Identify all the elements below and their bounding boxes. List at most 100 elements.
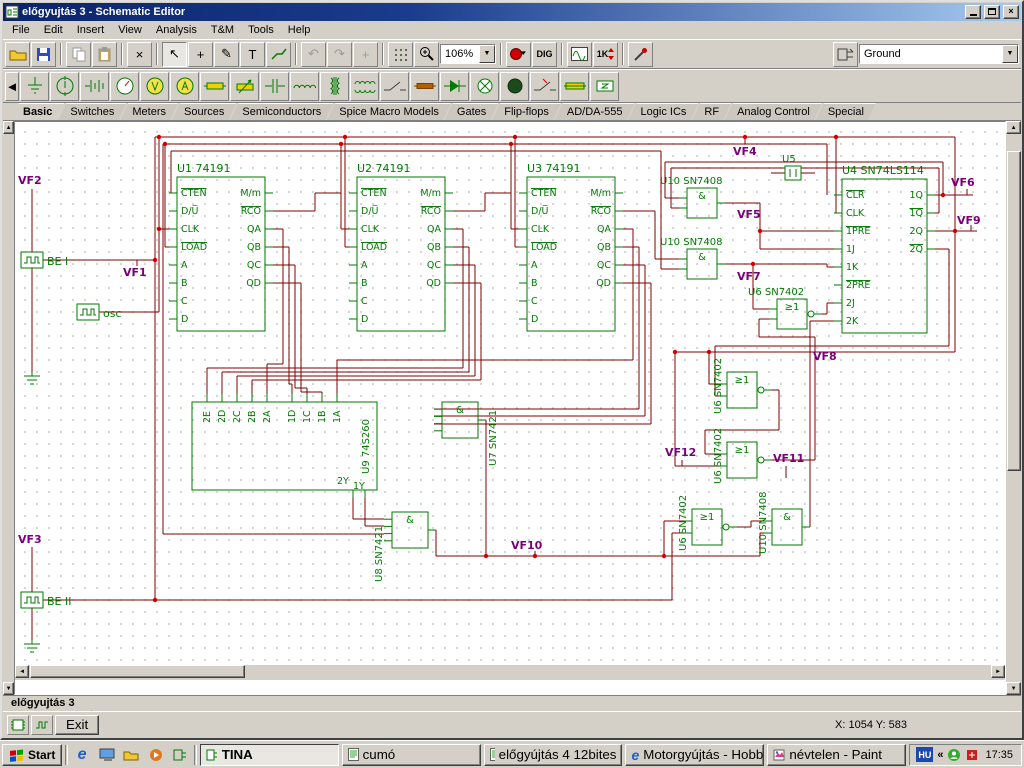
diode-button[interactable]	[440, 71, 469, 101]
antivirus-tray-icon[interactable]	[965, 748, 979, 762]
gate-u6-sn7402[interactable]: ≥1 U6 SN7402	[713, 428, 773, 484]
probe-vf8[interactable]: VF8	[813, 350, 837, 363]
quicklaunch-ie-button[interactable]: e	[71, 744, 92, 766]
scroll-down-button[interactable]: ▼	[1006, 682, 1021, 695]
oscilloscope-button[interactable]	[567, 41, 592, 67]
probe-vf11[interactable]: VF11	[773, 452, 804, 465]
menu-file[interactable]: File	[5, 22, 37, 38]
task-elogyujtas4[interactable]: előgyújtás 4 12bites	[483, 743, 623, 766]
gate-u7-sn7421[interactable]: & U7 SN7421	[434, 401, 499, 466]
task-tina[interactable]: TINA	[199, 743, 339, 766]
menu-help[interactable]: Help	[281, 22, 318, 38]
impedance-button[interactable]	[590, 71, 619, 101]
tab-logic-ics[interactable]: Logic ICs	[629, 103, 699, 120]
quicklaunch-folder-button[interactable]	[120, 744, 141, 766]
horizontal-scrollbar[interactable]: ◄ ►	[15, 665, 1006, 680]
coupled-coils-button[interactable]	[350, 71, 379, 101]
task-cumo[interactable]: cumó	[341, 743, 481, 766]
gate-u10-sn7408[interactable]: & U10 SN7408	[660, 237, 726, 280]
zoom-dropdown-arrow[interactable]: ▼	[479, 45, 495, 63]
save-button[interactable]	[31, 41, 56, 67]
probe-vf1[interactable]: VF1	[123, 266, 147, 279]
gate-u10-sn7408[interactable]: & U10 SN7408	[660, 176, 726, 219]
probe-vf10[interactable]: VF10	[511, 539, 543, 552]
select-cursor-button[interactable]: ↖	[162, 41, 187, 67]
language-indicator[interactable]: HU	[916, 747, 934, 762]
scroll-up-button[interactable]: ▲	[3, 121, 15, 134]
tab-gates[interactable]: Gates	[445, 103, 498, 120]
run-interactive-button[interactable]	[506, 41, 531, 67]
inductor-button[interactable]	[290, 71, 319, 101]
tab-rf[interactable]: RF	[692, 103, 731, 120]
voltmeter-button[interactable]	[140, 71, 169, 101]
switch-button[interactable]	[380, 71, 409, 101]
open-button[interactable]	[5, 41, 30, 67]
probe-button[interactable]	[628, 41, 653, 67]
paste-button[interactable]	[92, 41, 117, 67]
scroll-down-button[interactable]: ▼	[3, 682, 15, 695]
components-layer[interactable]: U1 74191CTEND/U̅CLKLOADABCDM/mRCOQAQBQCQ…	[18, 145, 981, 653]
potentiometer-button[interactable]	[230, 71, 259, 101]
waveform-view-button[interactable]	[31, 714, 53, 735]
wires-layer[interactable]	[31, 136, 978, 640]
exit-button[interactable]: Exit	[55, 714, 100, 735]
tab-meters[interactable]: Meters	[120, 103, 178, 120]
undo-button[interactable]: ↶	[301, 41, 326, 67]
delete-button[interactable]: ×	[127, 41, 152, 67]
chip-u1[interactable]: U1 74191 CTEN D/U̅ CLK LOAD ABCD M/m RCO QA QB QC Q…	[169, 162, 274, 332]
fuse-button[interactable]	[560, 71, 589, 101]
maximize-button[interactable]	[984, 5, 1000, 19]
gate-u6-sn7402[interactable]: ≥1 U6 SN7402	[678, 495, 738, 551]
probe-vf6[interactable]: VF6	[951, 176, 975, 189]
ground-symbol[interactable]	[24, 640, 41, 653]
menu-view[interactable]: View	[111, 22, 149, 38]
move-button[interactable]: +	[188, 41, 213, 67]
schematic-area[interactable]: U1 74191 CTEN D/U̅ CLK LOAD A B C D M/m RCO QA QB QC Q…	[15, 122, 1006, 665]
probe-vf12[interactable]: VF12	[665, 446, 696, 459]
component-mode-button[interactable]	[833, 41, 858, 67]
meter-button[interactable]	[110, 71, 139, 101]
dig-mode-button[interactable]: DIG	[532, 41, 557, 67]
menu-analysis[interactable]: Analysis	[149, 22, 204, 38]
transformer-button[interactable]	[320, 71, 349, 101]
redo-button[interactable]: ↷	[327, 41, 352, 67]
tab-flip-flops[interactable]: Flip-flops	[492, 103, 561, 120]
sheet-tab[interactable]: előgyujtás 3	[3, 696, 92, 711]
quicklaunch-desktop-button[interactable]	[96, 744, 117, 766]
scroll-right-button[interactable]: ►	[991, 665, 1006, 678]
task-paint[interactable]: névtelen - Paint	[767, 743, 907, 766]
controlled-switch-button[interactable]	[530, 71, 559, 101]
tab-ad-da-555[interactable]: AD/DA-555	[555, 103, 635, 120]
probe-vf5[interactable]: VF5	[737, 208, 761, 221]
component-view-button[interactable]	[7, 714, 29, 735]
scroll-left-button[interactable]: ◄	[15, 665, 30, 678]
probe-vf7[interactable]: VF7	[737, 270, 761, 283]
source-be-ii[interactable]: BE II	[20, 591, 72, 609]
text-tool-button[interactable]: T	[240, 41, 265, 67]
ammeter-button[interactable]	[170, 71, 199, 101]
minimize-button[interactable]	[965, 5, 981, 19]
zoom-select[interactable]: 106% ▼	[440, 44, 496, 64]
horizontal-scroll-thumb[interactable]	[30, 665, 246, 678]
pen-button[interactable]: ✎	[214, 41, 239, 67]
tab-basic[interactable]: Basic	[11, 103, 64, 120]
component-u5[interactable]: U5	[782, 154, 802, 181]
palette-scroll-left-button[interactable]: ◄	[5, 71, 19, 101]
gate-u10-sn7408[interactable]: & U10 SN7408	[758, 492, 811, 555]
chip-u4[interactable]: U4 SN74LS114 CLR CLK 1PRE 1J 1K 2PRE 2J 2K 1Q 1Q 2Q…	[834, 164, 936, 334]
battery-button[interactable]	[80, 71, 109, 101]
menu-insert[interactable]: Insert	[70, 22, 112, 38]
voltage-source-button[interactable]	[50, 71, 79, 101]
lamp-button[interactable]	[470, 71, 499, 101]
menu-tools[interactable]: Tools	[241, 22, 281, 38]
tray-collapse-button[interactable]: «	[937, 749, 943, 761]
schematic-canvas[interactable]: U1 74191CTEND/U̅CLKLOADABCDM/mRCOQAQBQCQ…	[15, 122, 1005, 665]
quicklaunch-media-button[interactable]	[145, 744, 166, 766]
tab-spice-macro-models[interactable]: Spice Macro Models	[327, 103, 451, 120]
chip-u2[interactable]: U2 74191 CTEN D/U̅ CLK LOAD ABCD M/m RCO QA QB QC Q…	[349, 162, 454, 332]
tab-sources[interactable]: Sources	[172, 103, 236, 120]
start-button[interactable]: Start	[2, 743, 63, 766]
zoom-button[interactable]	[414, 41, 439, 67]
resistor2-button[interactable]	[410, 71, 439, 101]
messenger-tray-icon[interactable]	[947, 748, 961, 762]
